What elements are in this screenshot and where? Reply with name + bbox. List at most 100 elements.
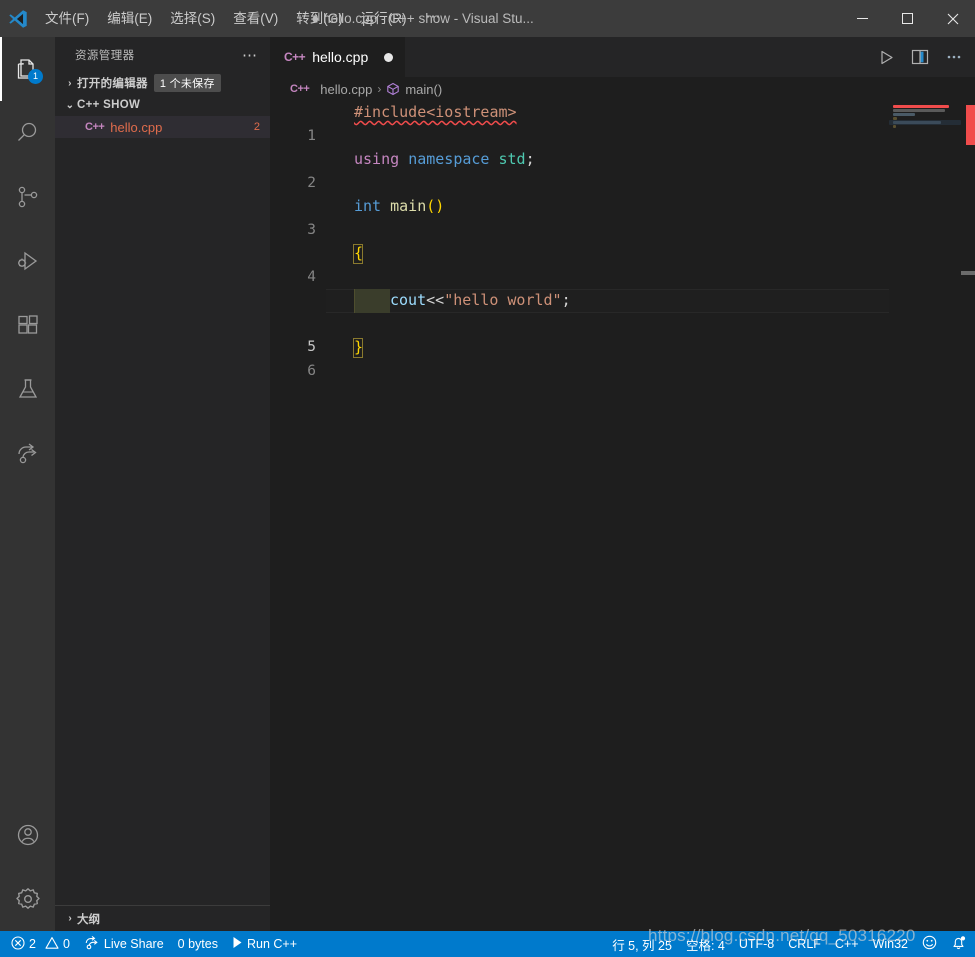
status-run-cpp[interactable]: Run C++: [225, 931, 304, 957]
activity-item-search[interactable]: [0, 101, 55, 165]
code-line-5[interactable]: 5 cout<<"hello world";: [270, 289, 975, 355]
activity-item-extensions[interactable]: [0, 293, 55, 357]
status-cursor-position[interactable]: 行 5, 列 25: [605, 931, 679, 957]
activity-item-explorer[interactable]: 1: [0, 37, 55, 101]
scrollbar-slider[interactable]: [961, 271, 975, 275]
activity-item-accounts[interactable]: [0, 803, 55, 867]
menu-view[interactable]: 查看(V): [224, 0, 287, 37]
editor-actions: [871, 37, 969, 77]
file-label: hello.cpp: [110, 119, 163, 135]
line-number: 4: [307, 268, 316, 285]
indentation-label: 空格: 4: [685, 938, 725, 953]
bell-dot-icon: [951, 935, 966, 954]
breadcrumb-file[interactable]: hello.cpp: [320, 82, 372, 97]
status-file-size[interactable]: 0 bytes: [171, 931, 225, 957]
error-icon: [11, 935, 25, 953]
line-content: }: [354, 338, 364, 356]
line-content: #include<iostream>: [354, 103, 517, 121]
outline-label: 大纲: [77, 913, 100, 926]
folder-name: C++ SHOW: [77, 99, 141, 111]
title-bar: 文件(F) 编辑(E) 选择(S) 查看(V) 转到(G) 运行(R) ⋯ ● …: [0, 0, 975, 37]
play-icon: [232, 936, 243, 952]
window-controls: [840, 0, 975, 37]
file-size-label: 0 bytes: [177, 937, 218, 951]
symbol-method-icon: [386, 82, 400, 96]
status-feedback[interactable]: [915, 931, 944, 957]
sidebar-header: 资源管理器 ⋯: [55, 37, 270, 72]
breadcrumb: C++ hello.cpp › main(): [270, 77, 975, 101]
status-platform[interactable]: Win32: [866, 931, 915, 957]
activity-item-manage[interactable]: [0, 867, 55, 931]
status-notifications[interactable]: [944, 931, 973, 957]
eol-label: CRLF: [788, 937, 821, 951]
run-code-button[interactable]: [871, 42, 901, 72]
warning-count: 0: [62, 937, 70, 951]
menu-bar[interactable]: 文件(F) 编辑(E) 选择(S) 查看(V) 转到(G) 运行(R) ⋯: [36, 0, 451, 37]
code-line-4[interactable]: 4 {: [270, 242, 975, 285]
more-actions-button[interactable]: [939, 42, 969, 72]
activity-item-source-control[interactable]: [0, 165, 55, 229]
minimap-line: [893, 105, 949, 108]
warning-icon: [45, 936, 59, 953]
open-editors-label: 打开的编辑器: [77, 78, 148, 90]
cpp-file-icon: C++: [290, 83, 310, 95]
code-line-2[interactable]: 2 using namespace std;: [270, 148, 975, 191]
status-indentation[interactable]: 空格: 4: [679, 931, 732, 957]
minimap-selection-row: [889, 120, 961, 125]
editor-area: C++ hello.cpp C++ hello.cpp › main() 1 #…: [270, 37, 975, 931]
activity-item-testing[interactable]: [0, 357, 55, 421]
section-folder-root[interactable]: ⌄ C++ SHOW: [55, 94, 270, 116]
minimap-line: [893, 109, 945, 112]
section-outline[interactable]: › 大纲: [55, 905, 270, 931]
line-number: 1: [307, 127, 316, 144]
close-button[interactable]: [930, 0, 975, 37]
language-mode-label: C++: [834, 937, 859, 951]
tab-hello-cpp[interactable]: C++ hello.cpp: [270, 37, 407, 77]
smiley-icon: [922, 935, 937, 953]
line-number: 3: [307, 221, 316, 238]
unsaved-dot-icon[interactable]: [384, 52, 394, 62]
chevron-right-icon: ›: [377, 82, 382, 96]
code-line-1[interactable]: 1 #include<iostream>: [270, 101, 975, 144]
status-bar-left: 2 0 Live Share 0 bytes Run C++: [0, 931, 304, 957]
code-editor-content[interactable]: 1 #include<iostream> 2 using namespace s…: [270, 101, 975, 931]
line-content: {: [354, 244, 364, 262]
error-marker: [966, 105, 975, 145]
chevron-down-icon: ⌄: [65, 99, 75, 111]
menu-file[interactable]: 文件(F): [36, 0, 98, 37]
live-share-label: Live Share: [103, 937, 164, 951]
status-live-share[interactable]: Live Share: [77, 931, 171, 957]
tab-label: hello.cpp: [312, 49, 369, 65]
menu-more-icon[interactable]: ⋯: [416, 0, 451, 37]
sidebar-title: 资源管理器: [75, 49, 135, 62]
menu-run[interactable]: 运行(R): [352, 0, 416, 37]
indent-guide: [354, 289, 355, 313]
split-editor-button[interactable]: [905, 42, 935, 72]
menu-go[interactable]: 转到(G): [287, 0, 352, 37]
cpp-file-icon: C++: [284, 50, 306, 64]
activity-item-live-share[interactable]: [0, 421, 55, 485]
breadcrumb-symbol[interactable]: main(): [405, 82, 442, 97]
maximize-button[interactable]: [885, 0, 930, 37]
line-content: int main(): [354, 197, 445, 215]
overview-ruler[interactable]: [961, 101, 975, 931]
explorer-badge: 1: [28, 69, 43, 84]
selection-block: [354, 289, 390, 313]
status-encoding[interactable]: UTF-8: [732, 931, 781, 957]
cursor-position-label: 行 5, 列 25: [612, 938, 672, 953]
status-problems[interactable]: 2 0: [4, 931, 77, 957]
sidebar-explorer: 资源管理器 ⋯ › 打开的编辑器 1 个未保存 ⌄ C++ SHOW C++ h…: [55, 37, 270, 931]
menu-selection[interactable]: 选择(S): [161, 0, 224, 37]
file-row-hello-cpp[interactable]: C++ hello.cpp 2: [55, 116, 270, 138]
status-language-mode[interactable]: C++: [828, 931, 866, 957]
line-number: 2: [307, 174, 316, 191]
minimap[interactable]: [889, 101, 961, 931]
activity-item-run-and-debug[interactable]: [0, 229, 55, 293]
sidebar-more-actions-icon[interactable]: ⋯: [242, 46, 262, 64]
menu-edit[interactable]: 编辑(E): [98, 0, 161, 37]
code-line-6[interactable]: 6 }: [270, 336, 975, 379]
section-open-editors[interactable]: › 打开的编辑器 1 个未保存: [55, 72, 270, 94]
status-eol[interactable]: CRLF: [781, 931, 828, 957]
minimize-button[interactable]: [840, 0, 885, 37]
code-line-3[interactable]: 3 int main(): [270, 195, 975, 238]
